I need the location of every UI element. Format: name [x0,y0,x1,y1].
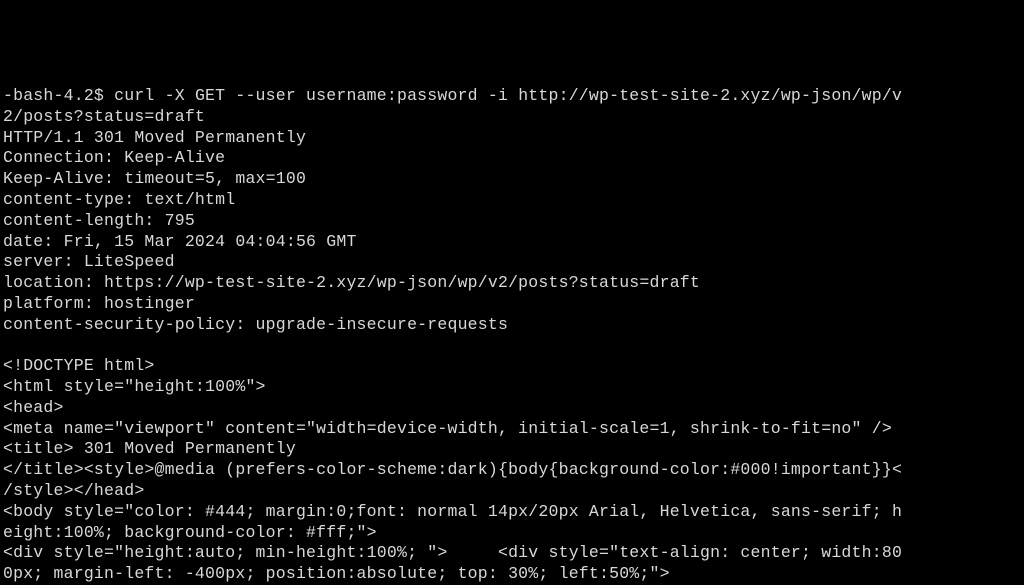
output-line: <head> [3,398,64,417]
output-line: location: https://wp-test-site-2.xyz/wp-… [3,273,700,292]
output-line: 0px; margin-left: -400px; position:absol… [3,564,670,583]
output-line: server: LiteSpeed [3,252,175,271]
shell-prompt: -bash-4.2$ [3,86,114,105]
output-line: platform: hostinger [3,294,195,313]
output-line: HTTP/1.1 301 Moved Permanently [3,128,306,147]
output-line: /style></head> [3,481,144,500]
output-line: Connection: Keep-Alive [3,148,225,167]
output-line: <body style="color: #444; margin:0;font:… [3,502,902,521]
output-line: <meta name="viewport" content="width=dev… [3,419,892,438]
output-line: <div style="height:auto; min-height:100%… [3,543,902,562]
output-line: content-length: 795 [3,211,195,230]
output-line: content-security-policy: upgrade-insecur… [3,315,508,334]
output-line: <html style="height:100%"> [3,377,266,396]
output-line: <!DOCTYPE html> [3,356,155,375]
output-line: </title><style>@media (prefers-color-sch… [3,460,902,479]
output-line: eight:100%; background-color: #fff;"> [3,523,377,542]
command-input[interactable]: curl -X GET --user username:password -i … [3,86,902,126]
output-line: Keep-Alive: timeout=5, max=100 [3,169,306,188]
output-line: content-type: text/html [3,190,235,209]
output-line: <title> 301 Moved Permanently [3,439,296,458]
output-line: date: Fri, 15 Mar 2024 04:04:56 GMT [3,232,357,251]
